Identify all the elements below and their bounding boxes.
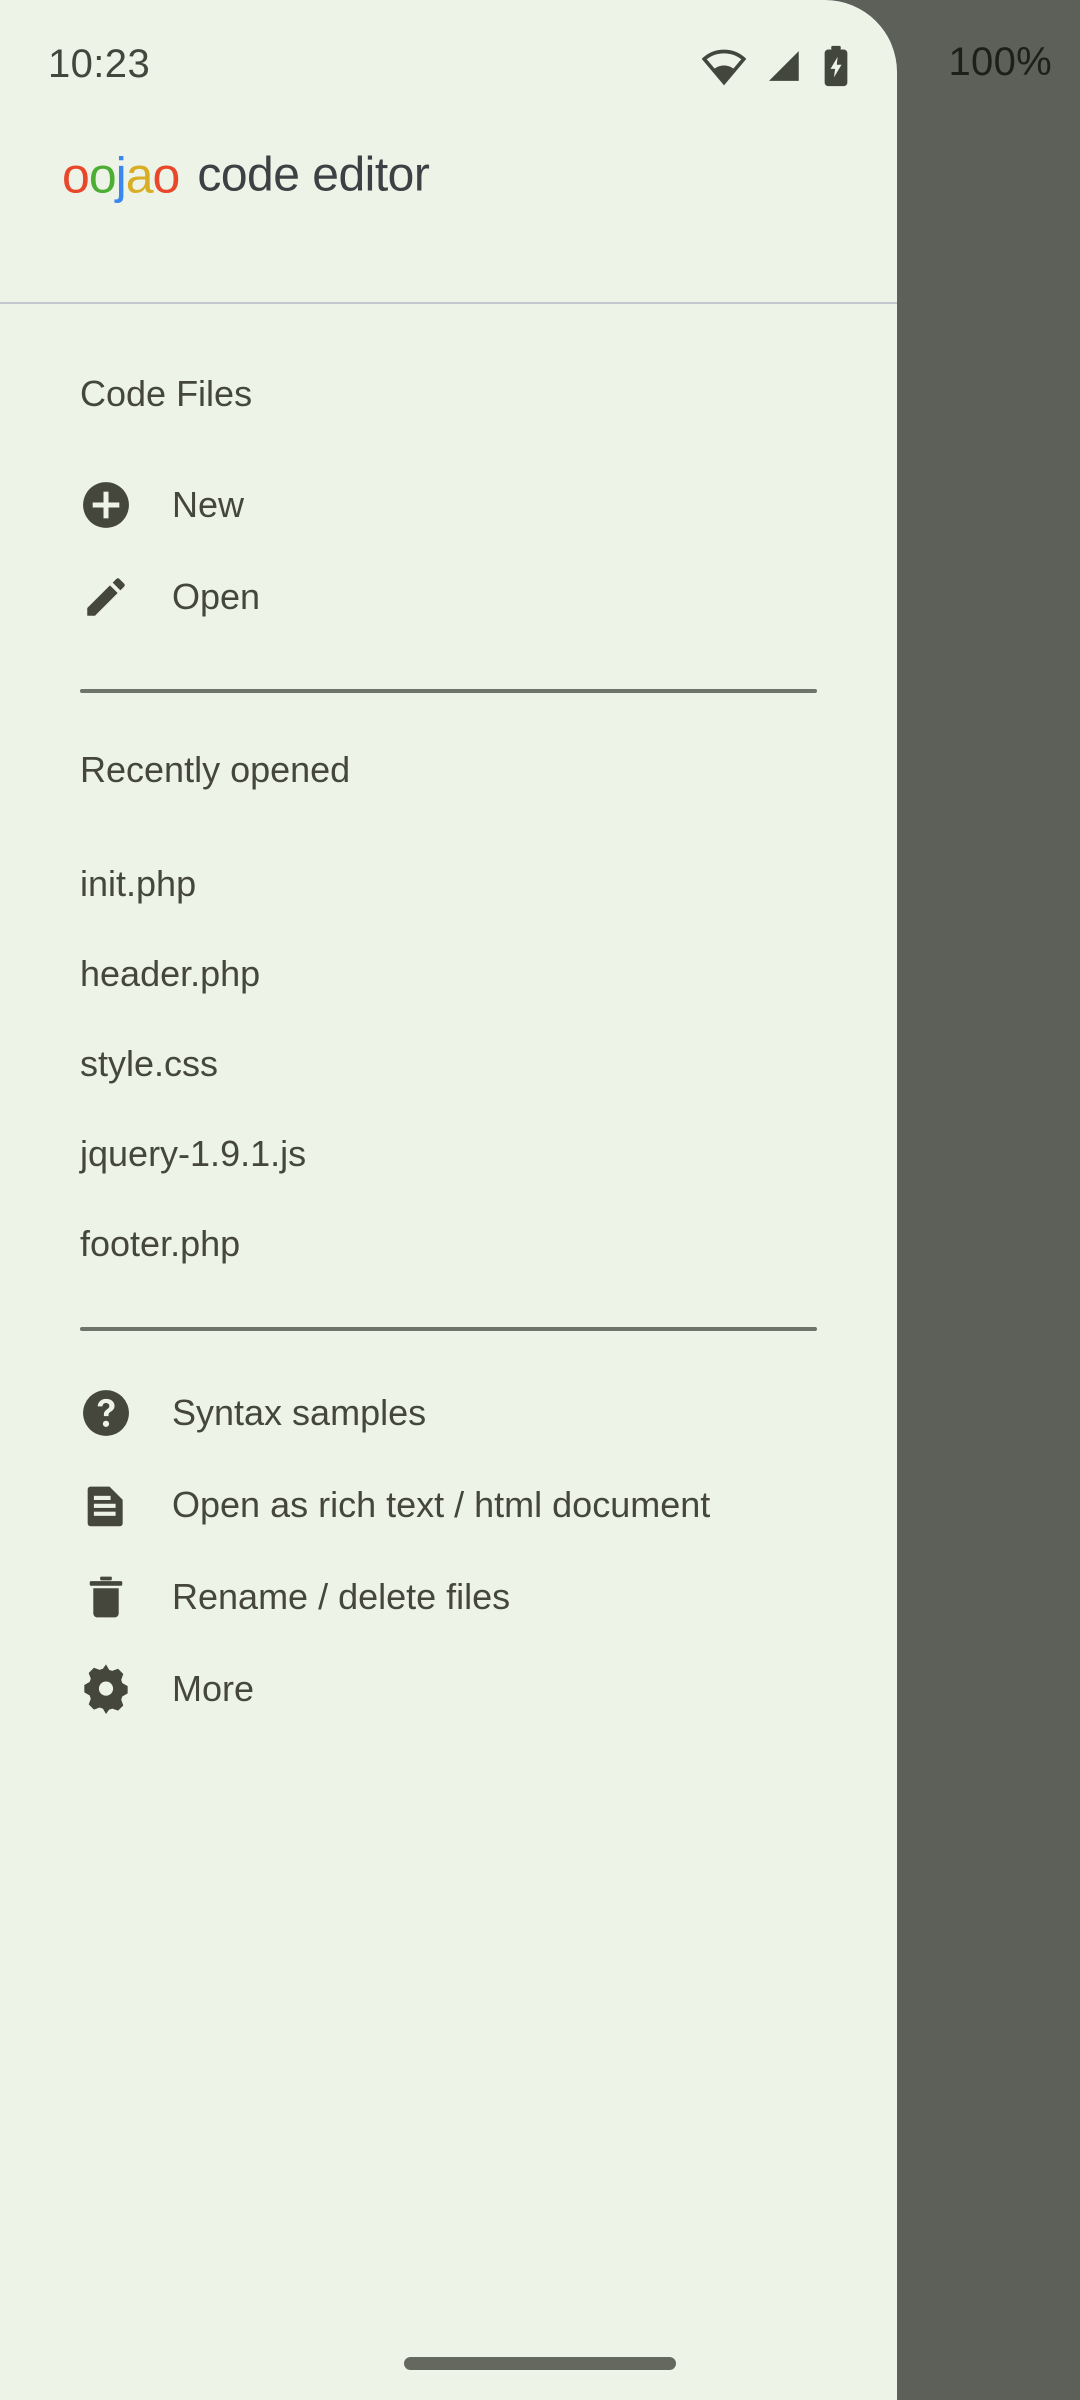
section-title-recently-opened: Recently opened: [80, 749, 351, 790]
help-circle-icon: [80, 1387, 132, 1439]
menu-item-open[interactable]: Open: [0, 551, 897, 643]
logo-letter-o3: o: [152, 147, 181, 204]
logo-letter-o2: o: [88, 147, 117, 204]
recent-file-item[interactable]: jquery-1.9.1.js: [0, 1109, 897, 1199]
menu-item-syntax-samples[interactable]: Syntax samples: [0, 1367, 897, 1459]
menu-item-open-rich-text-label: Open as rich text / html document: [172, 1484, 711, 1525]
drawer-body: Code Files New Open Recently opened init…: [0, 303, 897, 1735]
section-title-code-files: Code Files: [80, 373, 253, 414]
oojao-logo: oojao: [62, 147, 181, 204]
recent-file-item[interactable]: style.css: [0, 1019, 897, 1109]
recent-file-item[interactable]: header.php: [0, 929, 897, 1019]
trash-icon: [80, 1571, 132, 1623]
document-icon: [80, 1479, 132, 1531]
recent-file-label: footer.php: [80, 1223, 241, 1264]
menu-item-syntax-samples-label: Syntax samples: [172, 1392, 427, 1433]
recent-file-label: header.php: [80, 953, 261, 994]
logo-letter-a: a: [125, 147, 154, 204]
menu-item-rename-delete-label: Rename / delete files: [172, 1576, 511, 1617]
phone-screen: oojao code editor Code Files New Open Re…: [0, 0, 1080, 2400]
app-brand: oojao code editor: [62, 147, 430, 204]
menu-item-new-label: New: [172, 484, 245, 525]
recent-file-item[interactable]: footer.php: [0, 1199, 897, 1289]
menu-item-open-rich-text[interactable]: Open as rich text / html document: [0, 1459, 897, 1551]
navigation-drawer: oojao code editor Code Files New Open Re…: [0, 0, 897, 2400]
recent-file-label: jquery-1.9.1.js: [80, 1133, 307, 1174]
recent-file-label: init.php: [80, 863, 197, 904]
gear-icon: [80, 1663, 132, 1715]
menu-item-new[interactable]: New: [0, 459, 897, 551]
recent-file-item[interactable]: init.php: [0, 839, 897, 929]
recent-file-label: style.css: [80, 1043, 219, 1084]
logo-letter-o1: o: [62, 147, 90, 204]
drawer-header: oojao code editor: [0, 0, 897, 304]
pencil-icon: [80, 571, 132, 623]
menu-item-open-label: Open: [172, 576, 261, 617]
menu-item-more-label: More: [172, 1668, 255, 1709]
gesture-nav-pill[interactable]: [404, 2357, 676, 2370]
app-title: code editor: [197, 148, 430, 202]
menu-item-more[interactable]: More: [0, 1643, 897, 1735]
add-circle-icon: [80, 479, 132, 531]
logo-letter-j: j: [115, 147, 127, 204]
menu-item-rename-delete[interactable]: Rename / delete files: [0, 1551, 897, 1643]
